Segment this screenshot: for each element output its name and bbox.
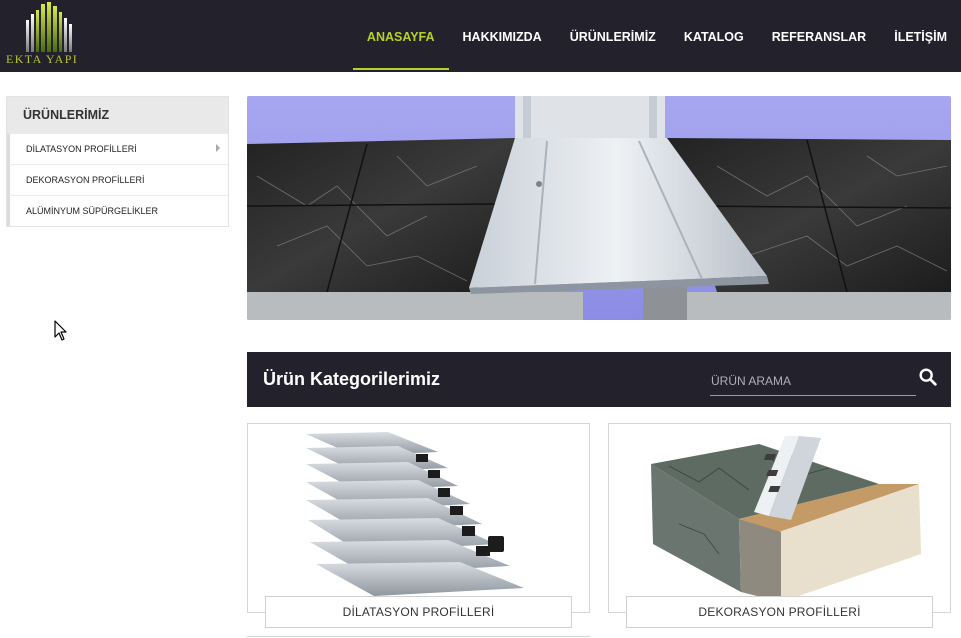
sidebar-item-label: DİLATASYON PROFİLLERİ xyxy=(26,144,137,154)
dilatasyon-profile-image xyxy=(306,432,524,596)
sidebar-item-label: DEKORASYON PROFİLLERİ xyxy=(26,175,145,185)
main-nav: ANASAYFA HAKKIMIZDA ÜRÜNLERİMİZ KATALOG … xyxy=(352,0,961,72)
products-sidebar: ÜRÜNLERİMİZ DİLATASYON PROFİLLERİ DEKORA… xyxy=(6,96,229,227)
hero-banner-image xyxy=(247,96,951,320)
sidebar-title: ÜRÜNLERİMİZ xyxy=(7,97,228,133)
nav-label: ANASAYFA xyxy=(366,30,435,44)
card-row-divider xyxy=(247,636,590,637)
dekorasyon-profile-image xyxy=(651,436,921,602)
nav-label: KATALOG xyxy=(683,30,744,44)
category-card-dekorasyon[interactable]: DEKORASYON PROFİLLERİ xyxy=(608,423,951,628)
logo-buildings-icon xyxy=(26,2,72,52)
category-card-dilatasyon[interactable]: DİLATASYON PROFİLLERİ xyxy=(247,423,590,628)
chevron-right-icon xyxy=(216,144,220,152)
nav-label: İLETİŞİM xyxy=(894,30,947,44)
categories-header: Ürün Kategorilerimiz xyxy=(247,352,951,407)
sidebar-item-aluminyum[interactable]: ALÜMİNYUM SÜPÜRGELİKLER xyxy=(7,195,228,226)
categories-title: Ürün Kategorilerimiz xyxy=(263,369,441,389)
sidebar-item-label: ALÜMİNYUM SÜPÜRGELİKLER xyxy=(26,206,159,216)
sidebar-item-dekorasyon[interactable]: DEKORASYON PROFİLLERİ xyxy=(7,164,228,195)
nav-item-iletisim[interactable]: İLETİŞİM xyxy=(880,0,961,72)
logo-text: EKTA YAPI xyxy=(6,52,79,66)
top-header: EKTA YAPI ANASAYFA HAKKIMIZDA ÜRÜNLERİMİ… xyxy=(0,0,961,72)
category-label[interactable]: DEKORASYON PROFİLLERİ xyxy=(626,596,933,628)
nav-item-katalog[interactable]: KATALOG xyxy=(670,0,758,72)
nav-item-urunlerimiz[interactable]: ÜRÜNLERİMİZ xyxy=(556,0,670,72)
mouse-pointer-icon xyxy=(54,320,67,341)
nav-label: HAKKIMIZDA xyxy=(462,30,542,44)
nav-item-anasayfa[interactable]: ANASAYFA xyxy=(352,0,449,72)
nav-label: ÜRÜNLERİMİZ xyxy=(569,30,656,44)
nav-item-referanslar[interactable]: REFERANSLAR xyxy=(758,0,880,72)
nav-item-hakkimizda[interactable]: HAKKIMIZDA xyxy=(449,0,556,72)
sidebar-item-dilatasyon[interactable]: DİLATASYON PROFİLLERİ xyxy=(7,133,228,164)
category-label[interactable]: DİLATASYON PROFİLLERİ xyxy=(265,596,572,628)
search-icon[interactable] xyxy=(917,366,939,388)
product-search-input[interactable] xyxy=(710,366,916,396)
nav-label: REFERANSLAR xyxy=(771,30,867,44)
